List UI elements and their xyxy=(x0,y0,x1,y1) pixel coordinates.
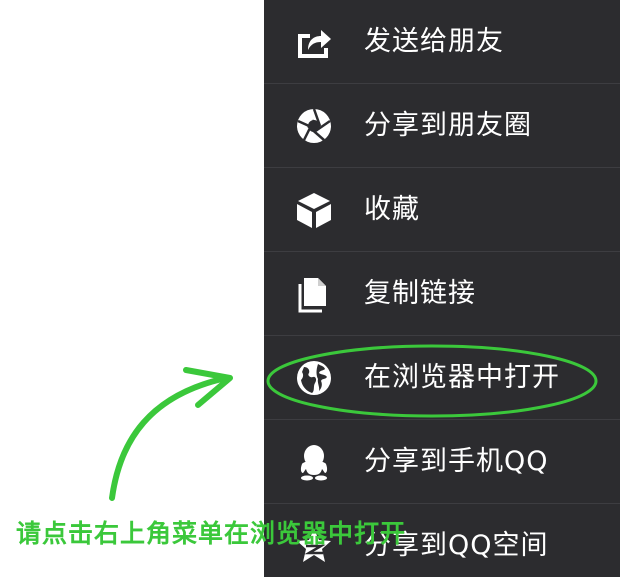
share-menu: 发送给朋友 分享到朋友圈 收藏 复制链接 在浏览器中打开 分享到手机QQ 分享到… xyxy=(264,0,620,577)
menu-item-share-moments[interactable]: 分享到朋友圈 xyxy=(264,84,620,168)
qq-icon xyxy=(292,440,336,484)
moments-icon xyxy=(292,104,336,148)
menu-item-favorite[interactable]: 收藏 xyxy=(264,168,620,252)
menu-item-label: 复制链接 xyxy=(364,278,476,309)
copy-icon xyxy=(292,272,336,316)
menu-item-label: 分享到手机QQ xyxy=(364,446,549,477)
globe-icon xyxy=(292,356,336,400)
favorite-cube-icon xyxy=(292,188,336,232)
arrow-head xyxy=(183,367,233,408)
menu-item-label: 收藏 xyxy=(364,194,420,225)
menu-item-label: 发送给朋友 xyxy=(364,26,504,57)
arrow-line xyxy=(109,375,229,501)
instruction-text: 请点击右上角菜单在浏览器中打开 xyxy=(16,519,407,548)
menu-item-send-to-friend[interactable]: 发送给朋友 xyxy=(264,0,620,84)
menu-item-label: 分享到朋友圈 xyxy=(364,110,532,141)
menu-item-open-in-browser[interactable]: 在浏览器中打开 xyxy=(264,336,620,420)
menu-item-label: 在浏览器中打开 xyxy=(364,362,560,393)
menu-item-share-qq[interactable]: 分享到手机QQ xyxy=(264,420,620,504)
share-icon xyxy=(292,20,336,64)
menu-item-copy-link[interactable]: 复制链接 xyxy=(264,252,620,336)
